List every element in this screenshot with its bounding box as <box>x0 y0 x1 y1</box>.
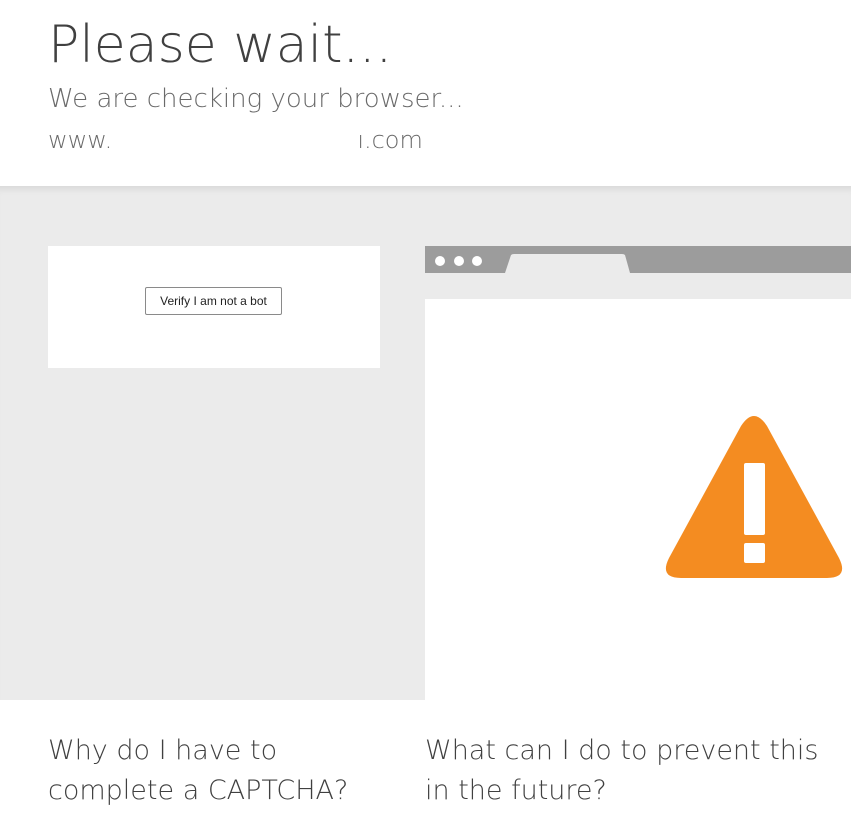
window-dot-icon <box>454 256 464 266</box>
page-header: Please wait... We are checking your brow… <box>0 0 851 186</box>
domain-prefix: www. <box>48 126 113 154</box>
verify-not-bot-button[interactable]: Verify I am not a bot <box>145 287 282 315</box>
prevent-future-heading: What can I do to prevent this in the fut… <box>425 735 819 806</box>
browser-toolbar <box>425 246 851 273</box>
captcha-widget: Verify I am not a bot <box>48 246 380 368</box>
window-dot-icon <box>435 256 445 266</box>
browser-illustration <box>425 246 851 700</box>
domain-redaction <box>112 128 358 154</box>
browser-address-strip <box>425 273 851 299</box>
domain-line: www. ı.com <box>48 123 423 157</box>
domain-suffix: ı.com <box>357 126 423 154</box>
browser-window-graphic <box>425 246 851 700</box>
why-captcha-heading: Why do I have to complete a CAPTCHA? <box>48 735 349 806</box>
page-subtitle: We are checking your browser... <box>48 84 464 114</box>
page-title: Please wait... <box>48 15 393 75</box>
browser-tab-shape <box>505 254 630 273</box>
window-dot-icon <box>472 256 482 266</box>
